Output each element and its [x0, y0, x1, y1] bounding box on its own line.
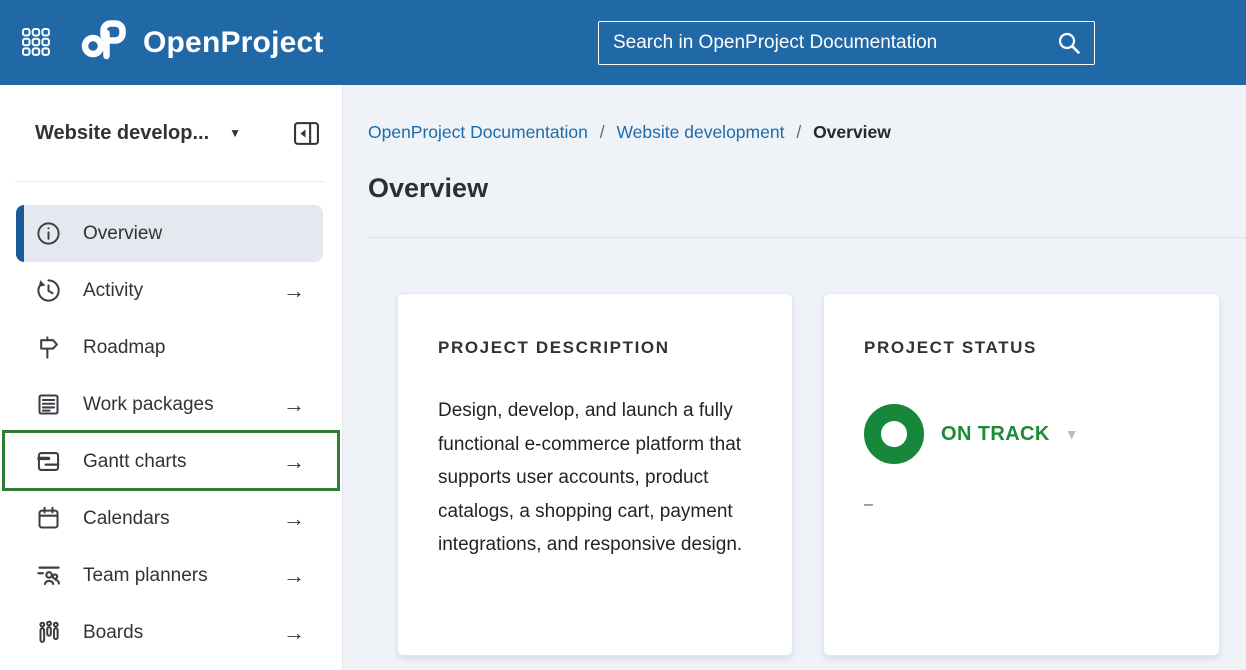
main-content: OpenProject Documentation / Website deve…: [343, 85, 1246, 670]
sidebar-item-label: Roadmap: [83, 337, 165, 359]
sidebar-item-label: Calendars: [83, 508, 170, 530]
sidebar-item-overview[interactable]: Overview: [16, 205, 323, 262]
top-header-bar: OpenProject: [0, 0, 1246, 85]
search-icon[interactable]: [1056, 30, 1082, 56]
project-selector: Website develop... ▼: [35, 115, 320, 151]
sidebar-item-label: Work packages: [83, 394, 214, 416]
sidebar-menu: Overview Activity → Roadmap: [0, 205, 342, 661]
sidebar-item-boards[interactable]: Boards →: [16, 604, 323, 661]
arrow-right-icon[interactable]: →: [283, 451, 305, 473]
breadcrumb-link-documentation[interactable]: OpenProject Documentation: [368, 122, 588, 142]
project-sidebar: Website develop... ▼ Overview: [0, 85, 343, 670]
openproject-logo-mark: [81, 20, 131, 65]
openproject-logo[interactable]: OpenProject: [81, 20, 324, 65]
sidebar-item-calendars[interactable]: Calendars →: [16, 490, 323, 547]
selected-indicator-bar: [16, 205, 24, 262]
breadcrumb-current: Overview: [813, 122, 891, 142]
sidebar-divider: [15, 181, 325, 182]
arrow-right-icon[interactable]: →: [283, 622, 305, 644]
breadcrumb-separator: /: [796, 122, 801, 142]
chevron-down-icon[interactable]: ▼: [229, 126, 241, 140]
apps-grid-icon[interactable]: [21, 28, 51, 58]
status-note: –: [864, 496, 1179, 514]
arrow-right-icon[interactable]: →: [283, 280, 305, 302]
sidebar-item-work-packages[interactable]: Work packages →: [16, 376, 323, 433]
sidebar-item-gantt-charts[interactable]: Gantt charts →: [16, 433, 323, 490]
project-description-card: PROJECT DESCRIPTION Design, develop, and…: [397, 293, 793, 656]
collapse-sidebar-icon[interactable]: [293, 120, 320, 147]
project-status-title: PROJECT STATUS: [864, 338, 1179, 358]
work-packages-icon: [35, 391, 62, 418]
project-status-card: PROJECT STATUS ON TRACK ▼ –: [823, 293, 1220, 656]
calendar-icon: [35, 505, 62, 532]
arrow-right-icon[interactable]: →: [283, 394, 305, 416]
sidebar-item-label: Team planners: [83, 565, 208, 587]
boards-icon: [35, 619, 62, 646]
project-selector-label[interactable]: Website develop...: [35, 122, 209, 145]
info-icon: [35, 220, 62, 247]
project-description-title: PROJECT DESCRIPTION: [438, 338, 752, 358]
sidebar-item-label: Overview: [83, 223, 162, 245]
status-ring-icon: [864, 404, 924, 464]
history-icon: [35, 277, 62, 304]
search-input[interactable]: [613, 32, 1056, 54]
sidebar-item-label: Boards: [83, 622, 143, 644]
arrow-right-icon[interactable]: →: [283, 508, 305, 530]
breadcrumb-link-project[interactable]: Website development: [616, 122, 784, 142]
status-value: ON TRACK: [941, 423, 1050, 446]
global-search-box: [598, 21, 1095, 65]
chevron-down-icon: ▼: [1065, 426, 1079, 442]
sidebar-item-activity[interactable]: Activity →: [16, 262, 323, 319]
sidebar-item-label: Gantt charts: [83, 451, 187, 473]
breadcrumb: OpenProject Documentation / Website deve…: [368, 122, 891, 143]
breadcrumb-separator: /: [600, 122, 605, 142]
title-divider: [368, 237, 1246, 238]
sidebar-item-label: Activity: [83, 280, 143, 302]
gantt-icon: [35, 448, 62, 475]
page-title: Overview: [368, 173, 488, 204]
logo-text: OpenProject: [143, 26, 324, 60]
sidebar-item-team-planners[interactable]: Team planners →: [16, 547, 323, 604]
arrow-right-icon[interactable]: →: [283, 565, 305, 587]
team-planner-icon: [35, 562, 62, 589]
project-status-selector[interactable]: ON TRACK ▼: [864, 404, 1179, 464]
signpost-icon: [35, 334, 62, 361]
sidebar-item-roadmap[interactable]: Roadmap: [16, 319, 323, 376]
project-description-body: Design, develop, and launch a fully func…: [438, 394, 752, 562]
